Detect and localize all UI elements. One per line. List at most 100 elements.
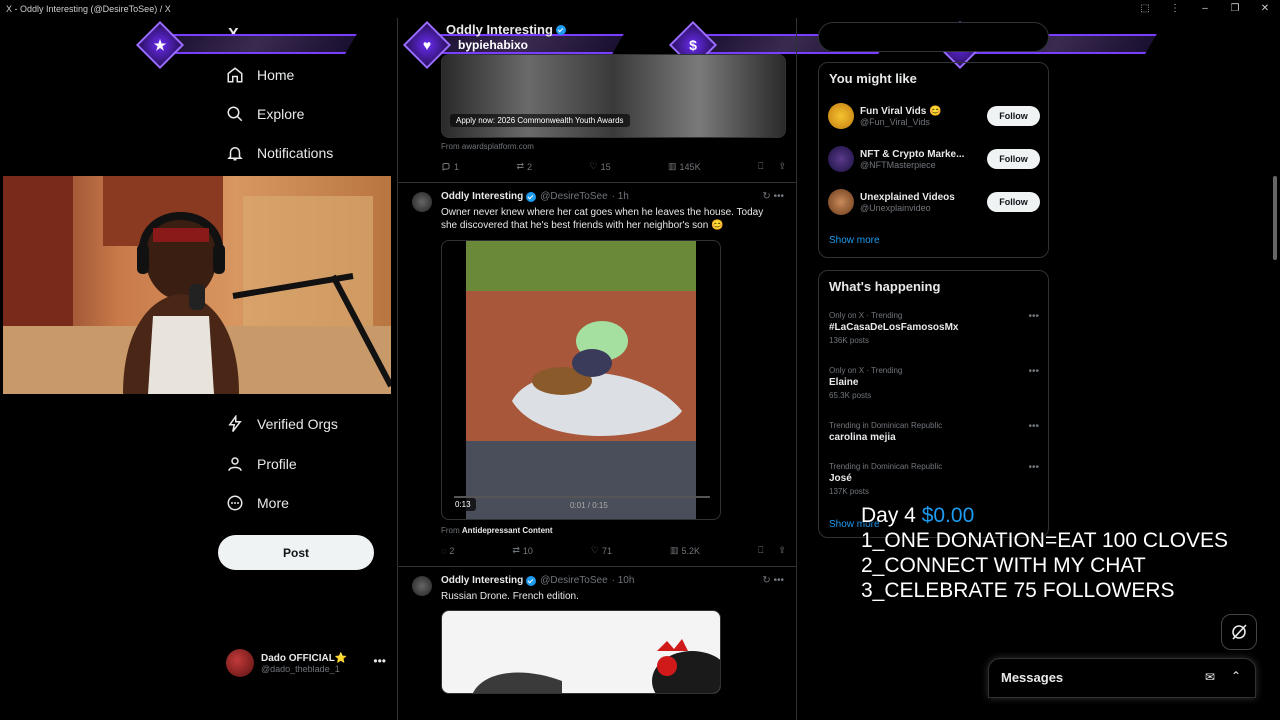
heart-icon: ♡ bbox=[590, 545, 599, 555]
trend-more-icon[interactable]: ••• bbox=[1028, 366, 1039, 377]
follow-button[interactable]: Follow bbox=[987, 192, 1040, 212]
tweet-avatar[interactable] bbox=[412, 192, 432, 212]
like-button[interactable]: ♡ 15 bbox=[589, 161, 610, 172]
new-message-icon[interactable]: ✉ bbox=[1205, 670, 1215, 684]
tweet-video[interactable]: 0:13 0:01 / 0:15 bbox=[441, 240, 721, 520]
window-title: X - Oddly Interesting (@DesireToSee) / X bbox=[6, 3, 171, 14]
tweet-more-icon[interactable]: ↻ ••• bbox=[762, 191, 784, 202]
restore-button[interactable]: ❐ bbox=[1220, 3, 1250, 14]
repost-icon: ⇄ bbox=[512, 545, 520, 555]
bookmark-button[interactable]: ⎕ ⇪ bbox=[758, 545, 786, 556]
video-elapsed: 0:13 bbox=[450, 498, 476, 511]
tweet-time[interactable]: · 1h bbox=[612, 191, 629, 202]
trend-posts: 136K posts bbox=[829, 336, 870, 345]
nav-item-profile[interactable]: Profile bbox=[226, 449, 297, 479]
stream-day-line: Day 4 $0.00 bbox=[861, 503, 1228, 528]
show-more-link[interactable]: Show more bbox=[829, 235, 880, 246]
view-count: 5.2K bbox=[681, 545, 701, 556]
tweet-text: Russian Drone. French edition. bbox=[441, 591, 579, 602]
suggestion-name: NFT & Crypto Marke... bbox=[860, 148, 965, 160]
nav-item-explore[interactable]: Explore bbox=[226, 99, 304, 129]
trend-more-icon[interactable]: ••• bbox=[1028, 421, 1039, 432]
account-more-icon[interactable]: ••• bbox=[373, 654, 386, 668]
views-button[interactable]: ▥ 145K bbox=[668, 161, 701, 172]
tweet-author-name[interactable]: Oddly Interesting bbox=[441, 191, 523, 202]
goal-line-3: 3_CELEBRATE 75 FOLLOWERS bbox=[861, 579, 1175, 602]
menu-dots-icon[interactable]: ⋮ bbox=[1160, 3, 1190, 14]
tweet-author-handle[interactable]: @DesireToSee bbox=[540, 191, 607, 202]
tweet-author-handle[interactable]: @DesireToSee bbox=[540, 575, 607, 586]
tweet-image[interactable]: Apply now: 2026 Commonwealth Youth Award… bbox=[441, 54, 786, 138]
stream-goals-overlay: Day 4 $0.00 1_ONE DONATION=EAT 100 CLOVE… bbox=[861, 503, 1228, 603]
star-icon: ★ bbox=[153, 36, 167, 53]
like-button[interactable]: ♡ 71 bbox=[591, 545, 612, 556]
timeline[interactable]: Oddly Interesting Apply now: 2026 Common… bbox=[397, 18, 797, 720]
reply-count: 2 bbox=[449, 545, 455, 556]
overlay-banner-star: ★ bbox=[135, 20, 357, 70]
trend-context: Trending in Dominican Republic bbox=[829, 462, 943, 471]
search-icon bbox=[227, 106, 243, 122]
trend-context: Only on X · Trending bbox=[829, 311, 903, 320]
reply-icon: ◌ bbox=[441, 545, 447, 556]
share-icon[interactable]: ⇪ bbox=[778, 161, 786, 172]
trend-item[interactable]: Trending in Dominican Republic José 137K… bbox=[829, 462, 1041, 496]
messages-label: Messages bbox=[1001, 670, 1064, 685]
suggestion-item[interactable]: Fun Viral Vids 😊 @Fun_Viral_Vids Follow bbox=[828, 101, 1040, 131]
goal-line-1: 1_ONE DONATION=EAT 100 CLOVES bbox=[861, 529, 1229, 552]
page-scrollbar[interactable] bbox=[1270, 18, 1280, 698]
verified-badge-icon bbox=[555, 24, 566, 35]
trend-item[interactable]: Only on X · Trending #LaCasaDeLosFamosos… bbox=[829, 311, 1041, 345]
minimize-button[interactable]: – bbox=[1190, 3, 1220, 14]
nav-label: Verified Orgs bbox=[257, 416, 338, 432]
extensions-icon[interactable]: ⬚ bbox=[1130, 3, 1160, 14]
nav-item-more[interactable]: More bbox=[226, 488, 289, 518]
follow-button[interactable]: Follow bbox=[987, 106, 1040, 126]
avatar bbox=[828, 146, 854, 172]
reply-button[interactable]: ◌ 2 bbox=[441, 545, 454, 556]
trend-topic: #LaCasaDeLosFamososMx bbox=[829, 322, 959, 333]
suggestion-name: Unexplained Videos bbox=[860, 191, 955, 203]
view-count: 145K bbox=[679, 161, 701, 172]
chevron-up-icon[interactable]: ⌃ bbox=[1231, 669, 1241, 683]
views-button[interactable]: ▥ 5.2K bbox=[670, 545, 700, 556]
trend-item[interactable]: Trending in Dominican Republic carolina … bbox=[829, 421, 1041, 443]
avatar bbox=[828, 103, 854, 129]
trend-item[interactable]: Only on X · Trending Elaine 65.3K posts … bbox=[829, 366, 1041, 400]
messages-drawer[interactable]: Messages ✉ ⌃ bbox=[988, 658, 1256, 698]
follow-button[interactable]: Follow bbox=[987, 149, 1040, 169]
tweet-image[interactable] bbox=[441, 610, 721, 694]
bookmark-button[interactable]: ⎕ ⇪ bbox=[758, 161, 786, 172]
tweet-time[interactable]: · 10h bbox=[612, 575, 635, 586]
window-controls: ⬚ ⋮ – ❐ ✕ bbox=[1130, 0, 1280, 17]
tweet-author-name[interactable]: Oddly Interesting bbox=[441, 575, 523, 586]
repost-button[interactable]: ⇄ 10 bbox=[512, 545, 533, 556]
account-handle: @dado_theblade_1 bbox=[261, 663, 340, 674]
nav-item-notifications[interactable]: Notifications bbox=[226, 138, 333, 168]
tweet-actions: ◌ 2 ⇄ 10 ♡ 71 ▥ 5.2K ⎕ ⇪ bbox=[441, 545, 786, 556]
bell-icon bbox=[227, 147, 243, 161]
post-button[interactable]: Post bbox=[218, 535, 374, 570]
grok-button[interactable] bbox=[1221, 614, 1257, 650]
tweet-author-name[interactable]: Oddly Interesting bbox=[446, 22, 553, 37]
account-switcher[interactable]: Dado OFFICIAL⭐ @dado_theblade_1 ••• bbox=[226, 648, 386, 678]
nav-item-verified-orgs[interactable]: Verified Orgs bbox=[226, 409, 338, 439]
trend-topic: Elaine bbox=[829, 377, 859, 388]
trend-more-icon[interactable]: ••• bbox=[1028, 462, 1039, 473]
source-account[interactable]: Antidepressant Content bbox=[462, 526, 553, 535]
close-button[interactable]: ✕ bbox=[1250, 3, 1280, 14]
reply-button[interactable]: 1 bbox=[441, 161, 459, 172]
tweet-source[interactable]: From awardsplatform.com bbox=[441, 142, 534, 151]
share-icon[interactable]: ⇪ bbox=[778, 545, 786, 556]
nav-label: Notifications bbox=[257, 145, 334, 161]
tweet-avatar[interactable] bbox=[412, 576, 432, 596]
trend-posts: 137K posts bbox=[829, 487, 870, 496]
trend-more-icon[interactable]: ••• bbox=[1028, 311, 1039, 322]
tweet-more-icon[interactable]: ↻ ••• bbox=[762, 575, 784, 586]
suggestion-item[interactable]: Unexplained Videos @Unexplainvideo Follow bbox=[828, 187, 1040, 217]
search-box[interactable] bbox=[818, 22, 1049, 52]
suggestion-item[interactable]: NFT & Crypto Marke... @NFTMasterpiece Fol… bbox=[828, 144, 1040, 174]
nav-item-home[interactable]: Home bbox=[226, 60, 294, 90]
panel-title: You might like bbox=[829, 71, 917, 86]
scrollbar-thumb[interactable] bbox=[1273, 176, 1277, 260]
repost-button[interactable]: ⇄ 2 bbox=[516, 161, 532, 172]
